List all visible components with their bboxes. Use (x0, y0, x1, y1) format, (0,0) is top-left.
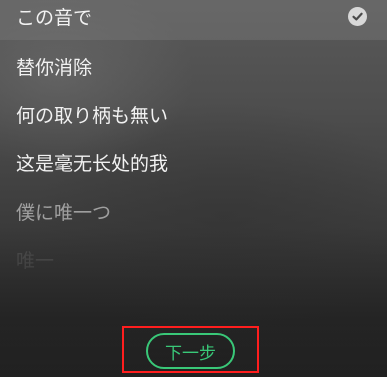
lyric-line-text: 这是毫无长处的我 (16, 152, 169, 175)
lyric-selection-screen: この音で 替你消除 何の取り柄も無い 这是毫无长处的我 僕に唯一つ 唯一 下一步 (0, 0, 387, 377)
check-circle-icon (348, 6, 367, 26)
lyric-line[interactable]: 何の取り柄も無い (0, 90, 387, 138)
lyric-line[interactable]: 替你消除 (0, 42, 387, 90)
lyric-line-selected[interactable]: この音で (0, 0, 387, 40)
lyric-line-text: 何の取り柄も無い (16, 104, 169, 127)
next-step-button[interactable]: 下一步 (146, 333, 235, 369)
lyric-line-text: 僕に唯一つ (16, 201, 112, 224)
lyric-line-text: この音で (16, 6, 93, 29)
lyric-line-text: 替你消除 (16, 56, 93, 79)
lyric-line[interactable]: 这是毫无长处的我 (0, 138, 387, 186)
next-step-label: 下一步 (165, 343, 216, 364)
